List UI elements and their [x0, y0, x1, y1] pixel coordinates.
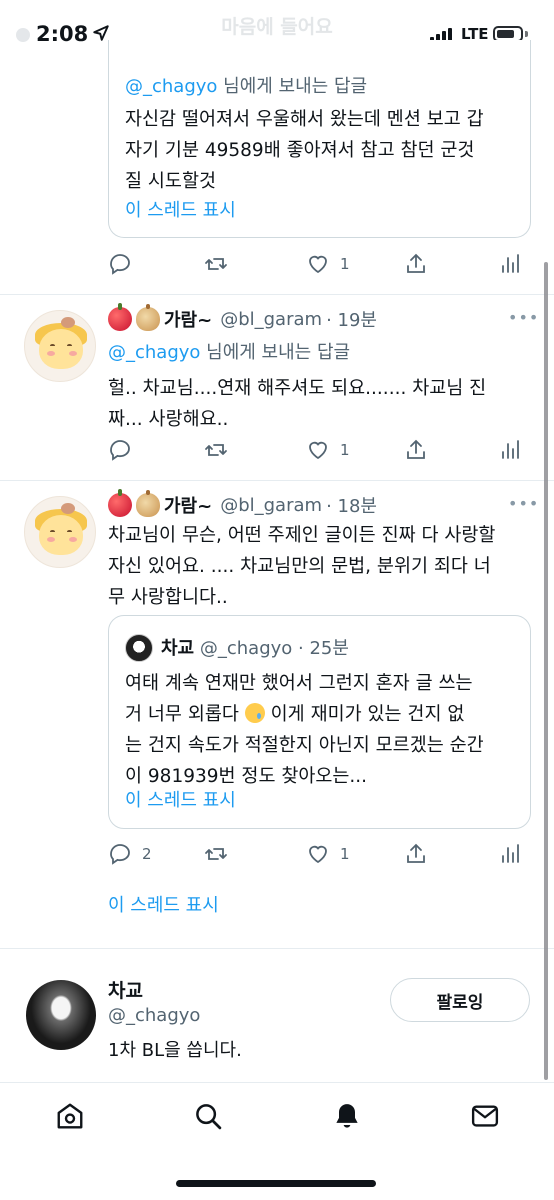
reply-to-mention[interactable]: @_chagyo [125, 76, 217, 97]
onion-emoji-icon [136, 304, 160, 331]
divider [0, 948, 554, 949]
timestamp: · 25분 [298, 638, 349, 659]
share-icon [407, 253, 425, 273]
scrollbar[interactable] [544, 262, 548, 1080]
like-count: 1 [340, 845, 350, 863]
tweet-header: 가람~ @bl_garam · 19분 [108, 303, 377, 332]
onion-emoji-icon [136, 490, 160, 517]
like-button[interactable]: 1 [306, 436, 350, 464]
display-name: 차교 [161, 638, 195, 659]
quote-text: 여태 계속 연재만 했어서 그런지 혼자 글 쓰는 거 너무 외롭다 이게 재미… [125, 673, 484, 787]
retweet-icon [205, 258, 227, 270]
retweet-icon [205, 444, 227, 456]
profile-name[interactable]: 차교 [108, 976, 143, 1003]
handle[interactable]: @bl_garam [220, 495, 322, 516]
reply-button[interactable] [108, 436, 132, 464]
following-button[interactable]: 팔로잉 [390, 978, 530, 1022]
display-name[interactable]: 가람~ [164, 306, 212, 332]
reply-to-mention[interactable]: @_chagyo [108, 342, 200, 363]
more-icon[interactable]: ••• [508, 494, 539, 513]
handle: @_chagyo [199, 638, 293, 659]
share-button[interactable] [404, 436, 428, 464]
profile-handle[interactable]: @_chagyo [108, 1005, 200, 1026]
like-count: 1 [340, 441, 350, 459]
share-button[interactable] [404, 840, 428, 868]
tweet-text: 헐.. 차교님....연재 해주셔도 되요....... 차교님 진 짜... … [108, 378, 487, 430]
tweet-actions: 1 [108, 436, 523, 464]
show-thread-link[interactable]: 이 스레드 표시 [125, 196, 236, 222]
like-button[interactable]: 1 [306, 840, 350, 868]
retweet-button[interactable] [204, 250, 228, 278]
show-thread-link[interactable]: 이 스레드 표시 [108, 891, 219, 917]
retweet-icon [205, 848, 227, 860]
reply-icon [110, 440, 130, 461]
heart-icon [309, 255, 327, 274]
analytics-button[interactable] [498, 436, 522, 464]
tweet-header: 가람~ @bl_garam · 18분 [108, 489, 377, 518]
avatar [125, 634, 153, 662]
reply-icon [110, 844, 130, 865]
profile-bio: 1차 BL을 씁니다. [108, 1040, 242, 1061]
tweet-actions: 1 [108, 250, 523, 278]
divider [0, 480, 554, 481]
reply-button[interactable]: 2 [108, 840, 152, 868]
share-button[interactable] [404, 250, 428, 278]
like-count: 1 [340, 255, 350, 273]
retweet-button[interactable] [204, 436, 228, 464]
divider [0, 294, 554, 295]
show-thread-link[interactable]: 이 스레드 표시 [125, 786, 236, 812]
tweet-text: 차교님이 무슨, 어떤 주제인 글이든 진짜 다 사랑할 자신 있어요. ...… [108, 525, 496, 608]
analytics-button[interactable] [498, 250, 522, 278]
like-button[interactable]: 1 [306, 250, 350, 278]
avatar[interactable] [24, 310, 96, 382]
quote-tweet-card[interactable]: 차교 @_chagyo · 25분 여태 계속 연재만 했어서 그런지 혼자 글… [108, 615, 531, 829]
analytics-icon [502, 440, 519, 459]
timestamp[interactable]: · 19분 [326, 306, 377, 332]
avatar[interactable] [24, 496, 96, 568]
analytics-icon [502, 844, 519, 863]
heart-icon [309, 845, 327, 864]
timestamp[interactable]: · 18분 [326, 492, 377, 518]
notifications-icon[interactable] [332, 1101, 362, 1131]
apple-emoji-icon [108, 489, 132, 517]
reply-icon [110, 254, 130, 275]
home-indicator[interactable] [176, 1180, 376, 1187]
reply-to-line: @_chagyo 님에게 보내는 답글 [125, 76, 368, 97]
tweet-actions: 2 1 [108, 840, 523, 868]
crying-face-icon [244, 703, 265, 723]
home-icon[interactable] [55, 1101, 85, 1131]
quote-header: 차교 @_chagyo · 25분 [161, 634, 349, 660]
share-icon [407, 439, 425, 459]
apple-emoji-icon [108, 303, 132, 331]
analytics-icon [502, 254, 519, 273]
tweet-text: 자신감 떨어져서 우울해서 왔는데 멘션 보고 갑 자기 기분 49589배 좋… [125, 109, 484, 192]
heart-icon [309, 441, 327, 460]
display-name[interactable]: 가람~ [164, 492, 212, 518]
reply-to-line: @_chagyo 님에게 보내는 답글 [108, 342, 351, 363]
quoted-reply-card[interactable]: @_chagyo 님에게 보내는 답글 자신감 떨어져서 우울해서 왔는데 멘션… [108, 40, 531, 238]
messages-icon[interactable] [470, 1101, 500, 1131]
share-icon [407, 843, 425, 863]
reply-button[interactable] [108, 250, 132, 278]
reply-count: 2 [142, 845, 152, 863]
analytics-button[interactable] [498, 840, 522, 868]
search-icon[interactable] [193, 1101, 223, 1131]
status-time: 2:08 [36, 22, 89, 46]
handle[interactable]: @bl_garam [220, 309, 322, 330]
retweet-button[interactable] [204, 840, 228, 868]
more-icon[interactable]: ••• [508, 308, 539, 327]
profile-avatar[interactable] [26, 980, 96, 1050]
